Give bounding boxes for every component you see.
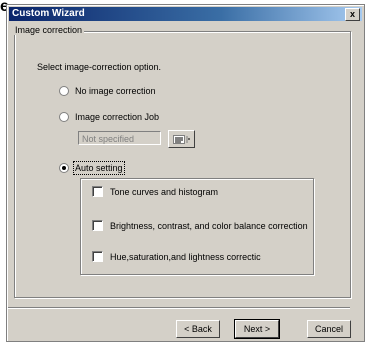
checkbox[interactable] — [92, 220, 103, 231]
back-button[interactable]: < Back — [176, 320, 220, 338]
separator — [8, 307, 350, 309]
job-field: Not specified — [78, 131, 161, 145]
next-button[interactable]: Next > — [234, 319, 280, 339]
close-button[interactable]: x — [345, 8, 360, 21]
check-tone-curves[interactable]: Tone curves and histogram — [92, 186, 218, 197]
checkbox-label: Tone curves and histogram — [110, 186, 219, 197]
prompt-text: Select image-correction option. — [37, 62, 162, 72]
radio-no-correction[interactable]: No image correction — [59, 86, 156, 96]
window-title: Custom Wizard — [12, 8, 85, 19]
group-label: Image correction — [13, 25, 85, 35]
list-picker-icon — [172, 134, 190, 144]
radio-label: Image correction Job — [75, 112, 160, 122]
radio-label: No image correction — [75, 86, 156, 96]
check-hue-saturation[interactable]: Hue,saturation,and lightness correctic — [92, 251, 261, 262]
radio-correction-job[interactable]: Image correction Job — [59, 112, 159, 122]
checkbox-label: Hue,saturation,and lightness correctic — [110, 251, 261, 262]
cancel-button[interactable]: Cancel — [307, 320, 351, 338]
radio-label: Auto setting — [73, 161, 125, 175]
checkbox-label: Brightness, contrast, and color balance … — [110, 220, 308, 231]
radio-auto-setting[interactable]: Auto setting — [59, 161, 125, 175]
radio-button[interactable] — [59, 86, 69, 96]
radio-button-selected[interactable] — [59, 163, 69, 173]
job-picker-button[interactable] — [168, 130, 195, 148]
radio-button[interactable] — [59, 112, 69, 122]
check-brightness-contrast[interactable]: Brightness, contrast, and color balance … — [92, 220, 308, 231]
title-bar[interactable]: Custom Wizard x — [9, 7, 362, 21]
checkbox[interactable] — [92, 251, 103, 262]
checkbox[interactable] — [92, 186, 103, 197]
